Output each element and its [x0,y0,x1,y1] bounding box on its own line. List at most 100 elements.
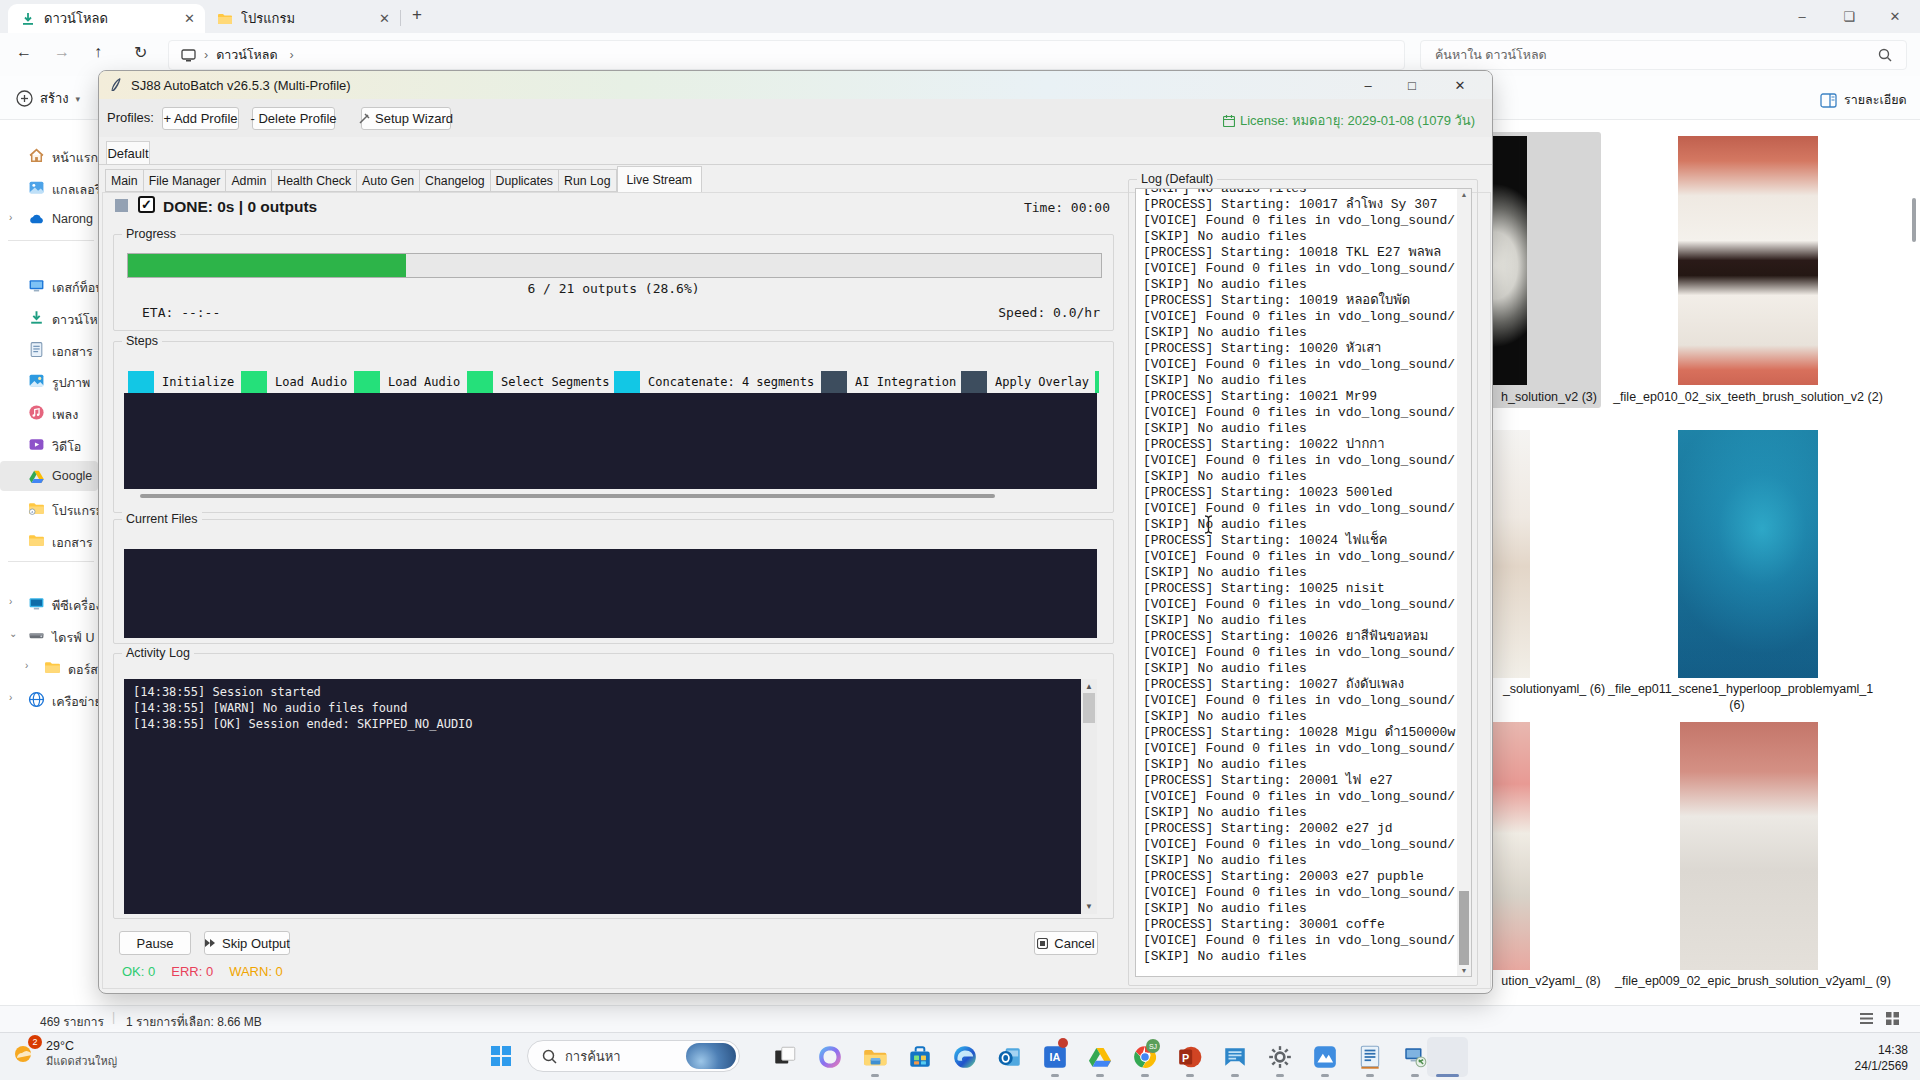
taskbar-search[interactable]: การค้นหา [527,1040,740,1072]
copilot-icon[interactable] [817,1044,843,1070]
sidebar-item[interactable]: Google [0,461,98,491]
quest-icon[interactable] [1222,1044,1248,1070]
pause-button[interactable]: Pause [119,931,191,955]
file-label[interactable]: _file_ep011_scene1_hyperloop_problemyaml… [1608,681,1866,713]
edge-icon[interactable] [952,1044,978,1070]
chevron-down-icon[interactable]: ⌄ [9,628,17,639]
setup-wizard-button[interactable]: Setup Wizard [361,107,451,130]
file-thumbnail[interactable] [1678,136,1818,385]
thumb-view-icon[interactable] [1885,1011,1900,1026]
add-profile-button[interactable]: + Add Profile [162,107,239,130]
ai-app-icon[interactable]: IA [1042,1044,1068,1070]
explorer-restore-button[interactable]: ❏ [1826,0,1872,32]
tab-run-log[interactable]: Run Log [559,169,617,192]
profile-tab-default[interactable]: Default [106,141,150,165]
sidebar-item[interactable]: เอกสาร [0,525,98,555]
step-label: Initialize [162,375,234,389]
sidebar-item[interactable]: ›ดอร์สติ [0,652,98,682]
new-tab-button[interactable]: + [412,5,422,25]
sidebar-item[interactable]: ›เครือข่าย [0,684,98,714]
file-label[interactable]: h_solution_v2 (3) [1494,389,1604,405]
maximize-button[interactable]: □ [1390,71,1434,99]
explorer-icon[interactable] [862,1044,888,1070]
file-label[interactable]: ution_v2yaml_ (8) [1491,973,1611,989]
back-icon[interactable]: ← [16,43,32,61]
notepad-icon[interactable] [1357,1044,1383,1070]
sidebar-item[interactable]: เอกสาร [0,334,98,364]
gdrive-icon[interactable] [1087,1044,1113,1070]
mountains-icon[interactable] [1312,1044,1338,1070]
new-button[interactable]: สร้าง ▾ [16,88,80,109]
explorer-search[interactable]: ค้นหาใน ดาวน์โหลด [1420,40,1907,70]
explorer-minimize-button[interactable]: – [1779,0,1825,32]
sidebar-item[interactable]: ดาวน์โหลด [0,302,98,332]
minimize-button[interactable]: – [1346,71,1390,99]
address-bar[interactable]: › ดาวน์โหลด › [168,40,1405,70]
store-icon[interactable] [907,1044,933,1070]
log-textbox[interactable]: [SKIP] No audio files [PROCESS] Starting… [1135,188,1472,977]
tab-close-icon[interactable]: ✕ [379,11,390,26]
sidebar-item[interactable]: รูปภาพ [0,365,98,395]
done-checkbox[interactable]: ✓ [138,196,155,213]
tab-health-check[interactable]: Health Check [272,169,357,192]
tab-file-manager[interactable]: File Manager [144,169,227,192]
powerpoint-icon[interactable]: P [1177,1044,1203,1070]
close-button[interactable]: ✕ [1438,71,1482,99]
explorer-close-button[interactable]: ✕ [1872,0,1918,32]
tab-duplicates[interactable]: Duplicates [491,169,559,192]
file-thumbnail[interactable] [1680,722,1818,970]
weather-widget[interactable]: 2 29°C มีแดดส่วนใหญ่ [10,1039,117,1069]
explorer-tab[interactable]: โปรแกรม✕ [205,4,400,33]
chevron-right-icon[interactable]: › [9,596,12,607]
active-app-tile[interactable] [1427,1037,1468,1077]
tab-close-icon[interactable]: ✕ [184,11,195,26]
explorer-tab[interactable]: ดาวน์โหลด✕ [8,4,205,33]
sidebar-item[interactable]: ›Narong [0,204,98,234]
list-view-icon[interactable] [1859,1011,1874,1026]
forward-icon[interactable]: → [54,43,70,61]
remote-pc-icon[interactable] [1402,1044,1428,1070]
start-button[interactable] [489,1044,515,1070]
cancel-button[interactable]: Cancel [1034,931,1098,955]
task-view-icon[interactable] [772,1044,798,1070]
tab-main[interactable]: Main [105,169,144,192]
sidebar-item[interactable]: หน้าแรก [0,140,98,170]
file-label[interactable]: _solutionyaml_ (6) [1494,681,1614,697]
sidebar-item[interactable]: เดสก์ท็อป [0,270,98,300]
steps-hscrollbar[interactable] [140,494,995,498]
outlook-icon[interactable] [997,1044,1023,1070]
chevron-right-icon[interactable]: › [9,212,12,223]
settings-icon[interactable] [1267,1044,1293,1070]
delete-profile-button[interactable]: - Delete Profile [252,107,335,130]
chevron-right-icon[interactable]: › [9,692,12,703]
file-thumbnail[interactable] [1678,430,1818,678]
breadcrumb[interactable]: ดาวน์โหลด [216,45,277,65]
file-label[interactable]: _file_ep010_02_six_teeth_brush_solution_… [1603,389,1893,405]
scroll-down-icon[interactable]: ▼ [1081,902,1097,911]
file-label[interactable]: _file_ep009_02_epic_brush_solution_v2yam… [1603,973,1903,989]
sidebar-item[interactable]: เพลง [0,397,98,427]
profiles-label: Profiles: [107,110,154,125]
refresh-icon[interactable]: ↻ [134,43,147,62]
scroll-up-icon[interactable]: ▲ [1081,682,1097,691]
stop-square-icon[interactable] [115,199,128,212]
tab-auto-gen[interactable]: Auto Gen [357,169,420,192]
scroll-down-icon[interactable]: ▼ [1457,967,1471,974]
log-scrollbar[interactable]: ▲ ▼ [1457,189,1471,976]
sidebar-item[interactable]: โปรแกรม [0,493,98,523]
tab-changelog[interactable]: Changelog [420,169,491,192]
sidebar-item[interactable]: ›พีซีเครื่อง [0,588,98,618]
sidebar-item[interactable]: ⌄ไดรฟ์ U [0,620,98,650]
sidebar-item[interactable]: วิดีโอ [0,429,98,459]
explorer-scrollbar[interactable] [1912,198,1916,242]
details-button[interactable]: รายละเอียด [1820,90,1907,110]
tab-admin[interactable]: Admin [226,169,272,192]
up-icon[interactable]: ↑ [94,43,102,61]
sidebar-item[interactable]: แกลเลอรี [0,172,98,202]
tab-live-stream[interactable]: Live Stream [617,166,703,192]
activity-log-scrollbar[interactable]: ▲ ▼ [1081,679,1097,914]
taskbar-clock[interactable]: 14:38 24/1/2569 [1855,1042,1908,1074]
scroll-up-icon[interactable]: ▲ [1457,191,1471,198]
skip-output-button[interactable]: Skip Output [204,931,290,955]
chevron-right-icon[interactable]: › [25,660,28,671]
